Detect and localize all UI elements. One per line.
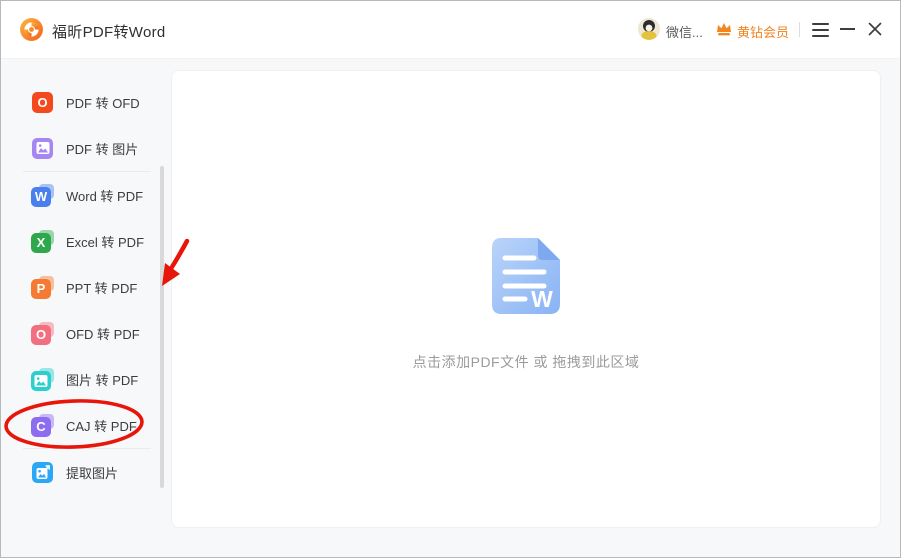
account-name-label[interactable]: 微信... [666, 22, 703, 41]
sidebar-item-label: PDF 转 OFD [66, 95, 140, 111]
titlebar: 福昕PDF转Word 微信... 黄钻会员 [1, 1, 900, 59]
sidebar-item-pdf-to-image[interactable]: PDF 转 图片 [1, 125, 169, 171]
sidebar-item-label: CAJ 转 PDF [66, 418, 137, 434]
word-document-icon: W [491, 237, 561, 320]
sidebar-item-label: PDF 转 图片 [66, 141, 139, 157]
sidebar-item-caj-to-pdf[interactable]: C CAJ 转 PDF [1, 402, 169, 448]
ppt-to-pdf-icon: P [31, 275, 54, 299]
sidebar: O PDF 转 OFD PDF 转 图片 W Word 转 PDF X Excel 转 PD… [1, 59, 169, 495]
sidebar-scrollbar[interactable] [160, 166, 164, 488]
extract-images-icon [31, 461, 54, 484]
sidebar-item-pdf-to-ofd[interactable]: O PDF 转 OFD [1, 79, 169, 125]
sidebar-item-label: PPT 转 PDF [66, 280, 138, 296]
close-icon[interactable] [867, 21, 883, 37]
sidebar-item-label: OFD 转 PDF [66, 326, 140, 342]
pdf-to-image-icon [31, 137, 54, 160]
ofd-to-pdf-icon: O [31, 321, 54, 345]
sidebar-item-word-to-pdf[interactable]: W Word 转 PDF [1, 172, 169, 218]
sidebar-item-label: Word 转 PDF [66, 188, 144, 204]
sidebar-item-label: 提取图片 [66, 465, 119, 481]
sidebar-item-label: 图片 转 PDF [66, 372, 139, 388]
titlebar-divider [799, 22, 800, 37]
sidebar-item-image-to-pdf[interactable]: 图片 转 PDF [1, 356, 169, 402]
sidebar-item-excel-to-pdf[interactable]: X Excel 转 PDF [1, 218, 169, 264]
drop-hint-text: 点击添加PDF文件 或 拖拽到此区域 [412, 354, 640, 370]
sidebar-item-ofd-to-pdf[interactable]: O OFD 转 PDF [1, 310, 169, 356]
excel-to-pdf-icon: X [31, 229, 54, 253]
crown-icon[interactable] [715, 20, 733, 38]
sidebar-item-ppt-to-pdf[interactable]: P PPT 转 PDF [1, 264, 169, 310]
pdf-to-ofd-icon: O [31, 91, 54, 114]
image-to-pdf-icon [31, 367, 54, 391]
vip-member-label[interactable]: 黄钻会员 [737, 22, 789, 41]
caj-to-pdf-icon: C [31, 413, 54, 437]
app-title: 福昕PDF转Word [52, 24, 166, 41]
foxit-logo-icon [19, 17, 44, 42]
sidebar-item-label: Excel 转 PDF [66, 234, 145, 250]
minimize-icon[interactable] [840, 28, 855, 30]
word-to-pdf-icon: W [31, 183, 54, 207]
menu-icon[interactable] [812, 22, 830, 38]
app-window: 福昕PDF转Word 微信... 黄钻会员 O PDF 转 OFD PDF 转 … [0, 0, 901, 558]
pdf-drop-area[interactable]: W 点击添加PDF文件 或 拖拽到此区域 [171, 70, 881, 528]
svg-text:W: W [531, 286, 553, 312]
sidebar-item-extract-images[interactable]: 提取图片 [1, 449, 169, 495]
account-avatar[interactable] [638, 18, 660, 40]
